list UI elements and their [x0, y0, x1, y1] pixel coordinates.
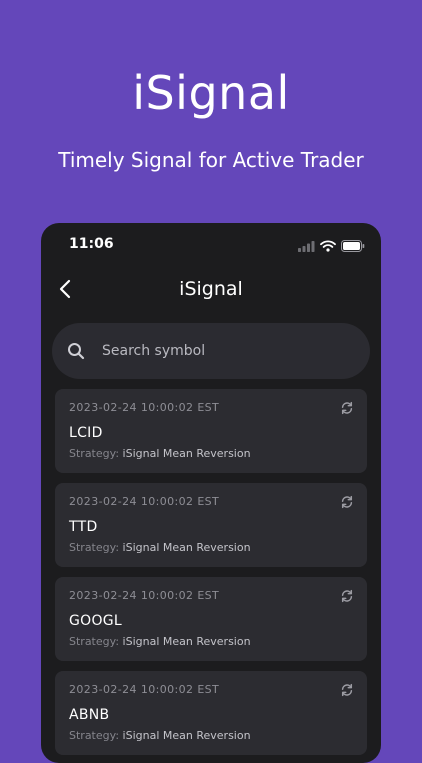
signal-strategy: Strategy: iSignal Mean Reversion [69, 635, 251, 648]
signal-card-googl[interactable]: 2023-02-24 10:00:02 EST GOOGL Strategy: … [55, 577, 367, 661]
signal-card-ttd[interactable]: 2023-02-24 10:00:02 EST TTD Strategy: iS… [55, 483, 367, 567]
battery-icon [341, 237, 365, 256]
strategy-label: Strategy: [69, 635, 123, 648]
strategy-label: Strategy: [69, 447, 123, 460]
search-input[interactable] [100, 342, 344, 360]
signal-symbol: ABNB [69, 707, 110, 723]
strategy-name: iSignal Mean Reversion [122, 541, 251, 554]
page-title: iSignal [179, 278, 243, 300]
refresh-icon[interactable] [339, 494, 355, 510]
signal-timestamp: 2023-02-24 10:00:02 EST [69, 495, 220, 508]
cellular-signal-icon [298, 237, 315, 256]
status-bar: 11:06 [41, 223, 381, 265]
search-bar[interactable] [52, 323, 370, 379]
signal-timestamp: 2023-02-24 10:00:02 EST [69, 401, 220, 414]
signal-symbol: TTD [69, 519, 98, 535]
strategy-name: iSignal Mean Reversion [122, 729, 251, 742]
signal-symbol: GOOGL [69, 613, 123, 629]
signal-timestamp: 2023-02-24 10:00:02 EST [69, 589, 220, 602]
status-time: 11:06 [69, 236, 114, 252]
strategy-label: Strategy: [69, 541, 123, 554]
signal-timestamp: 2023-02-24 10:00:02 EST [69, 683, 220, 696]
strategy-label: Strategy: [69, 729, 123, 742]
signal-card-lcid[interactable]: 2023-02-24 10:00:02 EST LCID Strategy: i… [55, 389, 367, 473]
signal-strategy: Strategy: iSignal Mean Reversion [69, 729, 251, 742]
refresh-icon[interactable] [339, 588, 355, 604]
hero-subtitle: Timely Signal for Active Trader [58, 148, 364, 172]
strategy-name: iSignal Mean Reversion [122, 635, 251, 648]
signal-card-abnb[interactable]: 2023-02-24 10:00:02 EST ABNB Strategy: i… [55, 671, 367, 755]
wifi-icon [320, 237, 336, 256]
status-icons [298, 237, 365, 256]
signal-list: 2023-02-24 10:00:02 EST LCID Strategy: i… [55, 389, 367, 763]
phone-screen: 11:06 iSignal Search symbol 2023-02-24 1… [41, 223, 381, 763]
hero-title: iSignal [132, 66, 290, 120]
refresh-icon[interactable] [339, 400, 355, 416]
search-icon [66, 341, 86, 361]
nav-bar: iSignal [41, 269, 381, 313]
strategy-name: iSignal Mean Reversion [122, 447, 251, 460]
signal-strategy: Strategy: iSignal Mean Reversion [69, 447, 251, 460]
refresh-icon[interactable] [339, 682, 355, 698]
signal-strategy: Strategy: iSignal Mean Reversion [69, 541, 251, 554]
signal-symbol: LCID [69, 425, 103, 441]
